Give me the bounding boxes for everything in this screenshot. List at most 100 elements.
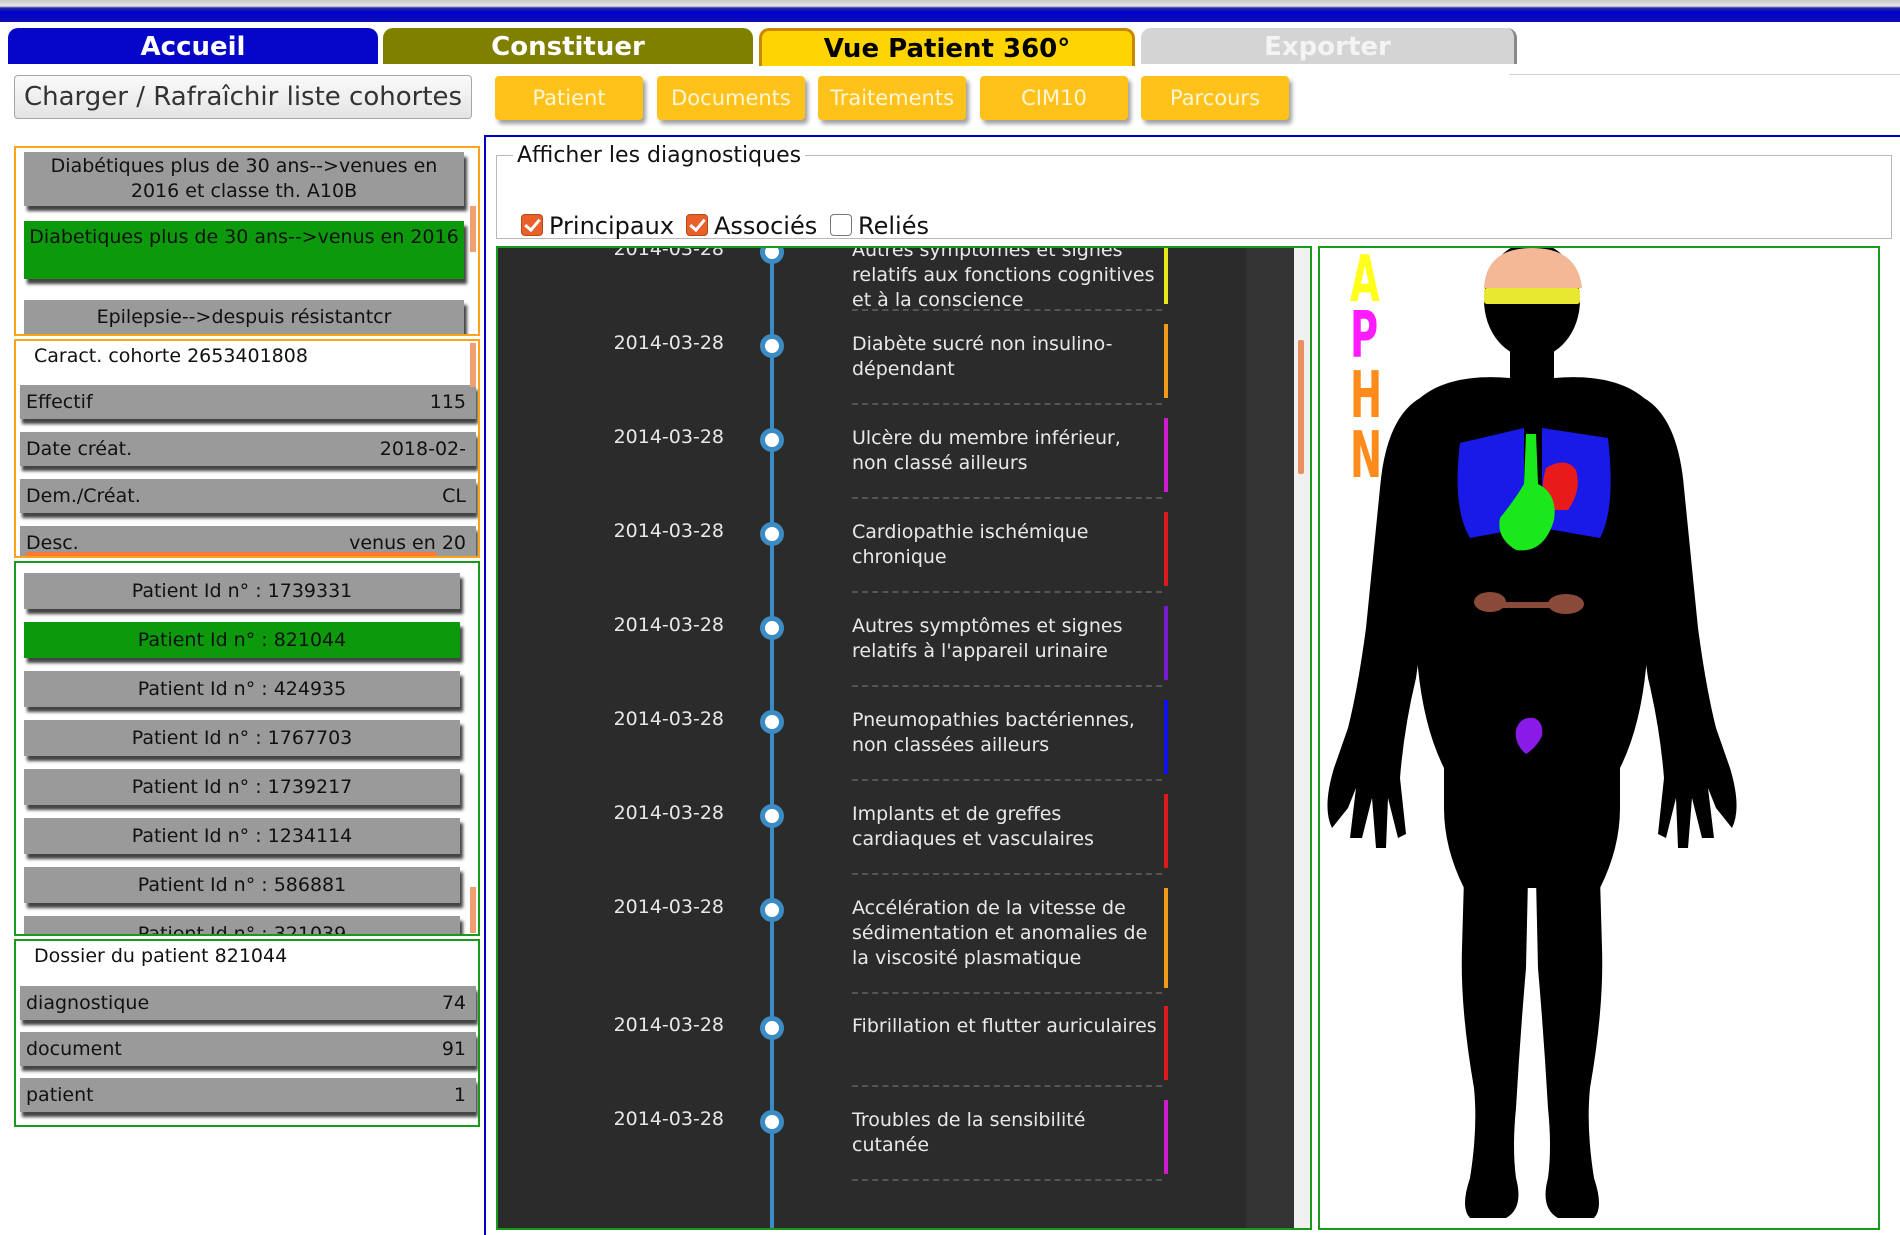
timeline-entry[interactable]: 2014-03-28 Pneumopathies bactériennes, no…: [498, 700, 1298, 802]
timeline-dot-icon[interactable]: [760, 804, 784, 828]
patient-item[interactable]: Patient Id n° : 1767703: [24, 720, 460, 756]
timeline-diagnosis: Pneumopathies bactériennes, non classées…: [852, 709, 1135, 756]
checkbox-relies[interactable]: Reliés: [830, 211, 929, 241]
timeline-diagnosis: Ulcère du membre inférieur, non classé a…: [852, 427, 1121, 474]
patient-list-panel[interactable]: Patient Id n° : 1739331 Patient Id n° : …: [14, 561, 480, 936]
timeline-date: 2014-03-28: [613, 246, 724, 260]
detail-value: 2018-02-: [379, 438, 466, 460]
diagnosis-color-bar: [1164, 888, 1168, 988]
patient-dossier-panel: Dossier du patient 821044 diagnostique 7…: [14, 939, 480, 1127]
patient-item[interactable]: Patient Id n° : 586881: [24, 867, 460, 903]
timeline-entry[interactable]: 2014-03-28 Implants et de greffes cardiaq…: [498, 794, 1298, 896]
human-body-figure: [1327, 248, 1737, 1218]
diagnosis-color-bar: [1164, 606, 1168, 680]
timeline-entry[interactable]: 2014-03-28 Fibrillation et flutter auricu…: [498, 1006, 1298, 1108]
timeline-separator: [852, 685, 1162, 687]
cohort-detail-row: Dem./Créat. CL: [20, 479, 476, 513]
checkbox-label: Associés: [714, 212, 818, 240]
tab-exporter[interactable]: Exporter: [1141, 28, 1517, 64]
timeline-dot-icon[interactable]: [760, 1110, 784, 1134]
scrollbar-thumb[interactable]: [470, 343, 476, 387]
body-left-leg: [1461, 878, 1528, 1218]
timeline-entry[interactable]: 2014-03-28 Troubles de la sensibilité cut…: [498, 1100, 1298, 1202]
subtab-documents[interactable]: Documents: [657, 76, 805, 120]
checkbox-checked-icon[interactable]: [521, 214, 543, 236]
timeline-dot-icon[interactable]: [760, 248, 784, 264]
timeline-dot-icon[interactable]: [760, 522, 784, 546]
timeline-dot-icon[interactable]: [760, 898, 784, 922]
dossier-label: diagnostique: [26, 992, 150, 1014]
horizontal-scrollbar[interactable]: [26, 552, 436, 556]
checkbox-principaux[interactable]: Principaux: [521, 211, 674, 241]
main-tab-bar: Accueil Constituer Vue Patient 360° Expo…: [8, 28, 1900, 66]
detail-label: Effectif: [26, 391, 93, 413]
timeline-dot-icon[interactable]: [760, 616, 784, 640]
cohort-details-title: Caract. cohorte 2653401808: [34, 345, 308, 367]
timeline-diagnosis: Fibrillation et flutter auriculaires: [852, 1015, 1157, 1037]
diagnosis-color-bar: [1164, 794, 1168, 868]
dossier-count: 91: [441, 1038, 466, 1060]
timeline-dot-icon[interactable]: [760, 428, 784, 452]
timeline-scrollbar[interactable]: [1294, 248, 1310, 1228]
timeline-date: 2014-03-28: [613, 426, 724, 448]
timeline-dot-icon[interactable]: [760, 1016, 784, 1040]
timeline-separator: [852, 403, 1162, 405]
timeline-entry[interactable]: 2014-03-28 Accélération de la vitesse de …: [498, 888, 1298, 994]
subtab-traitements[interactable]: Traitements: [818, 76, 966, 120]
timeline-diagnosis: Troubles de la sensibilité cutanée: [852, 1109, 1086, 1156]
timeline-separator: [852, 1085, 1162, 1087]
checkbox-checked-icon[interactable]: [686, 214, 708, 236]
dossier-row[interactable]: patient 1: [20, 1078, 476, 1112]
timeline-entry[interactable]: 2014-03-28 Diabète sucré non insulino-dép…: [498, 324, 1298, 426]
diagnosis-color-bar: [1164, 248, 1168, 304]
renal-link: [1488, 602, 1568, 608]
dossier-row[interactable]: diagnostique 74: [20, 986, 476, 1020]
cohort-details-panel: Caract. cohorte 2653401808 Effectif 115 …: [14, 339, 480, 558]
patient-item[interactable]: Patient Id n° : 1739331: [24, 573, 460, 609]
tab-vue-patient-360[interactable]: Vue Patient 360°: [759, 28, 1135, 66]
scrollbar-thumb[interactable]: [470, 887, 476, 933]
subtab-parcours[interactable]: Parcours: [1141, 76, 1289, 120]
checkbox-unchecked-icon[interactable]: [830, 214, 852, 236]
patient-item[interactable]: Patient Id n° : 1739217: [24, 769, 460, 805]
patient-item-selected[interactable]: Patient Id n° : 821044: [24, 622, 460, 658]
cohort-item[interactable]: Diabétiques plus de 30 ans-->venues en 2…: [24, 152, 464, 206]
dossier-row[interactable]: document 91: [20, 1032, 476, 1066]
body-right-leg: [1536, 878, 1603, 1218]
dossier-title: Dossier du patient 821044: [34, 945, 288, 967]
scrollbar-thumb[interactable]: [1298, 340, 1304, 474]
body-right-arm: [1626, 398, 1737, 848]
cohort-item[interactable]: Epilepsie-->despuis résistantcr: [24, 300, 464, 334]
cohort-item-selected[interactable]: Diabetiques plus de 30 ans-->venus en 20…: [24, 221, 464, 279]
diagnostic-timeline[interactable]: 2014-03-28 Autres symptômes et signes rel…: [496, 246, 1312, 1230]
timeline-date: 2014-03-28: [613, 520, 724, 542]
patient-item[interactable]: Patient Id n° : 1234114: [24, 818, 460, 854]
subtab-cim10[interactable]: CIM10: [980, 76, 1128, 120]
timeline-entry[interactable]: 2014-03-28 Cardiopathie ischémique chroni…: [498, 512, 1298, 614]
timeline-entry[interactable]: 2014-03-28 Autres symptômes et signes rel…: [498, 246, 1298, 332]
cohort-detail-row: Effectif 115: [20, 385, 476, 419]
timeline-entry[interactable]: 2014-03-28 Ulcère du membre inférieur, no…: [498, 418, 1298, 520]
tab-divider: [1509, 74, 1900, 75]
cohort-detail-row: Date créat. 2018-02-: [20, 432, 476, 466]
tab-accueil[interactable]: Accueil: [8, 28, 378, 64]
timeline-entry[interactable]: 2014-03-28 Autres symptômes et signes rel…: [498, 606, 1298, 708]
dossier-label: patient: [26, 1084, 94, 1106]
subtab-patient[interactable]: Patient: [495, 76, 643, 120]
timeline-diagnosis: Accélération de la vitesse de sédimentat…: [852, 897, 1148, 969]
timeline-separator: [852, 309, 1162, 311]
tab-constituer[interactable]: Constituer: [383, 28, 753, 64]
load-cohorts-button[interactable]: Charger / Rafraîchir liste cohortes: [14, 75, 472, 119]
patient-item[interactable]: Patient Id n° : 321039: [24, 916, 460, 934]
eyes-region[interactable]: [1484, 288, 1580, 304]
checkbox-associes[interactable]: Associés: [686, 211, 817, 241]
timeline-dot-icon[interactable]: [760, 710, 784, 734]
timeline-dot-icon[interactable]: [760, 334, 784, 358]
head-skin: [1484, 248, 1582, 288]
checkbox-label: Reliés: [858, 212, 929, 240]
scrollbar-thumb[interactable]: [470, 206, 476, 252]
patient-item[interactable]: Patient Id n° : 424935: [24, 671, 460, 707]
filter-legend: Afficher les diagnostiques: [517, 143, 802, 168]
timeline-diagnosis: Implants et de greffes cardiaques et vas…: [852, 803, 1094, 850]
cohort-list-panel[interactable]: Diabétiques plus de 30 ans-->venues en 2…: [14, 146, 480, 336]
